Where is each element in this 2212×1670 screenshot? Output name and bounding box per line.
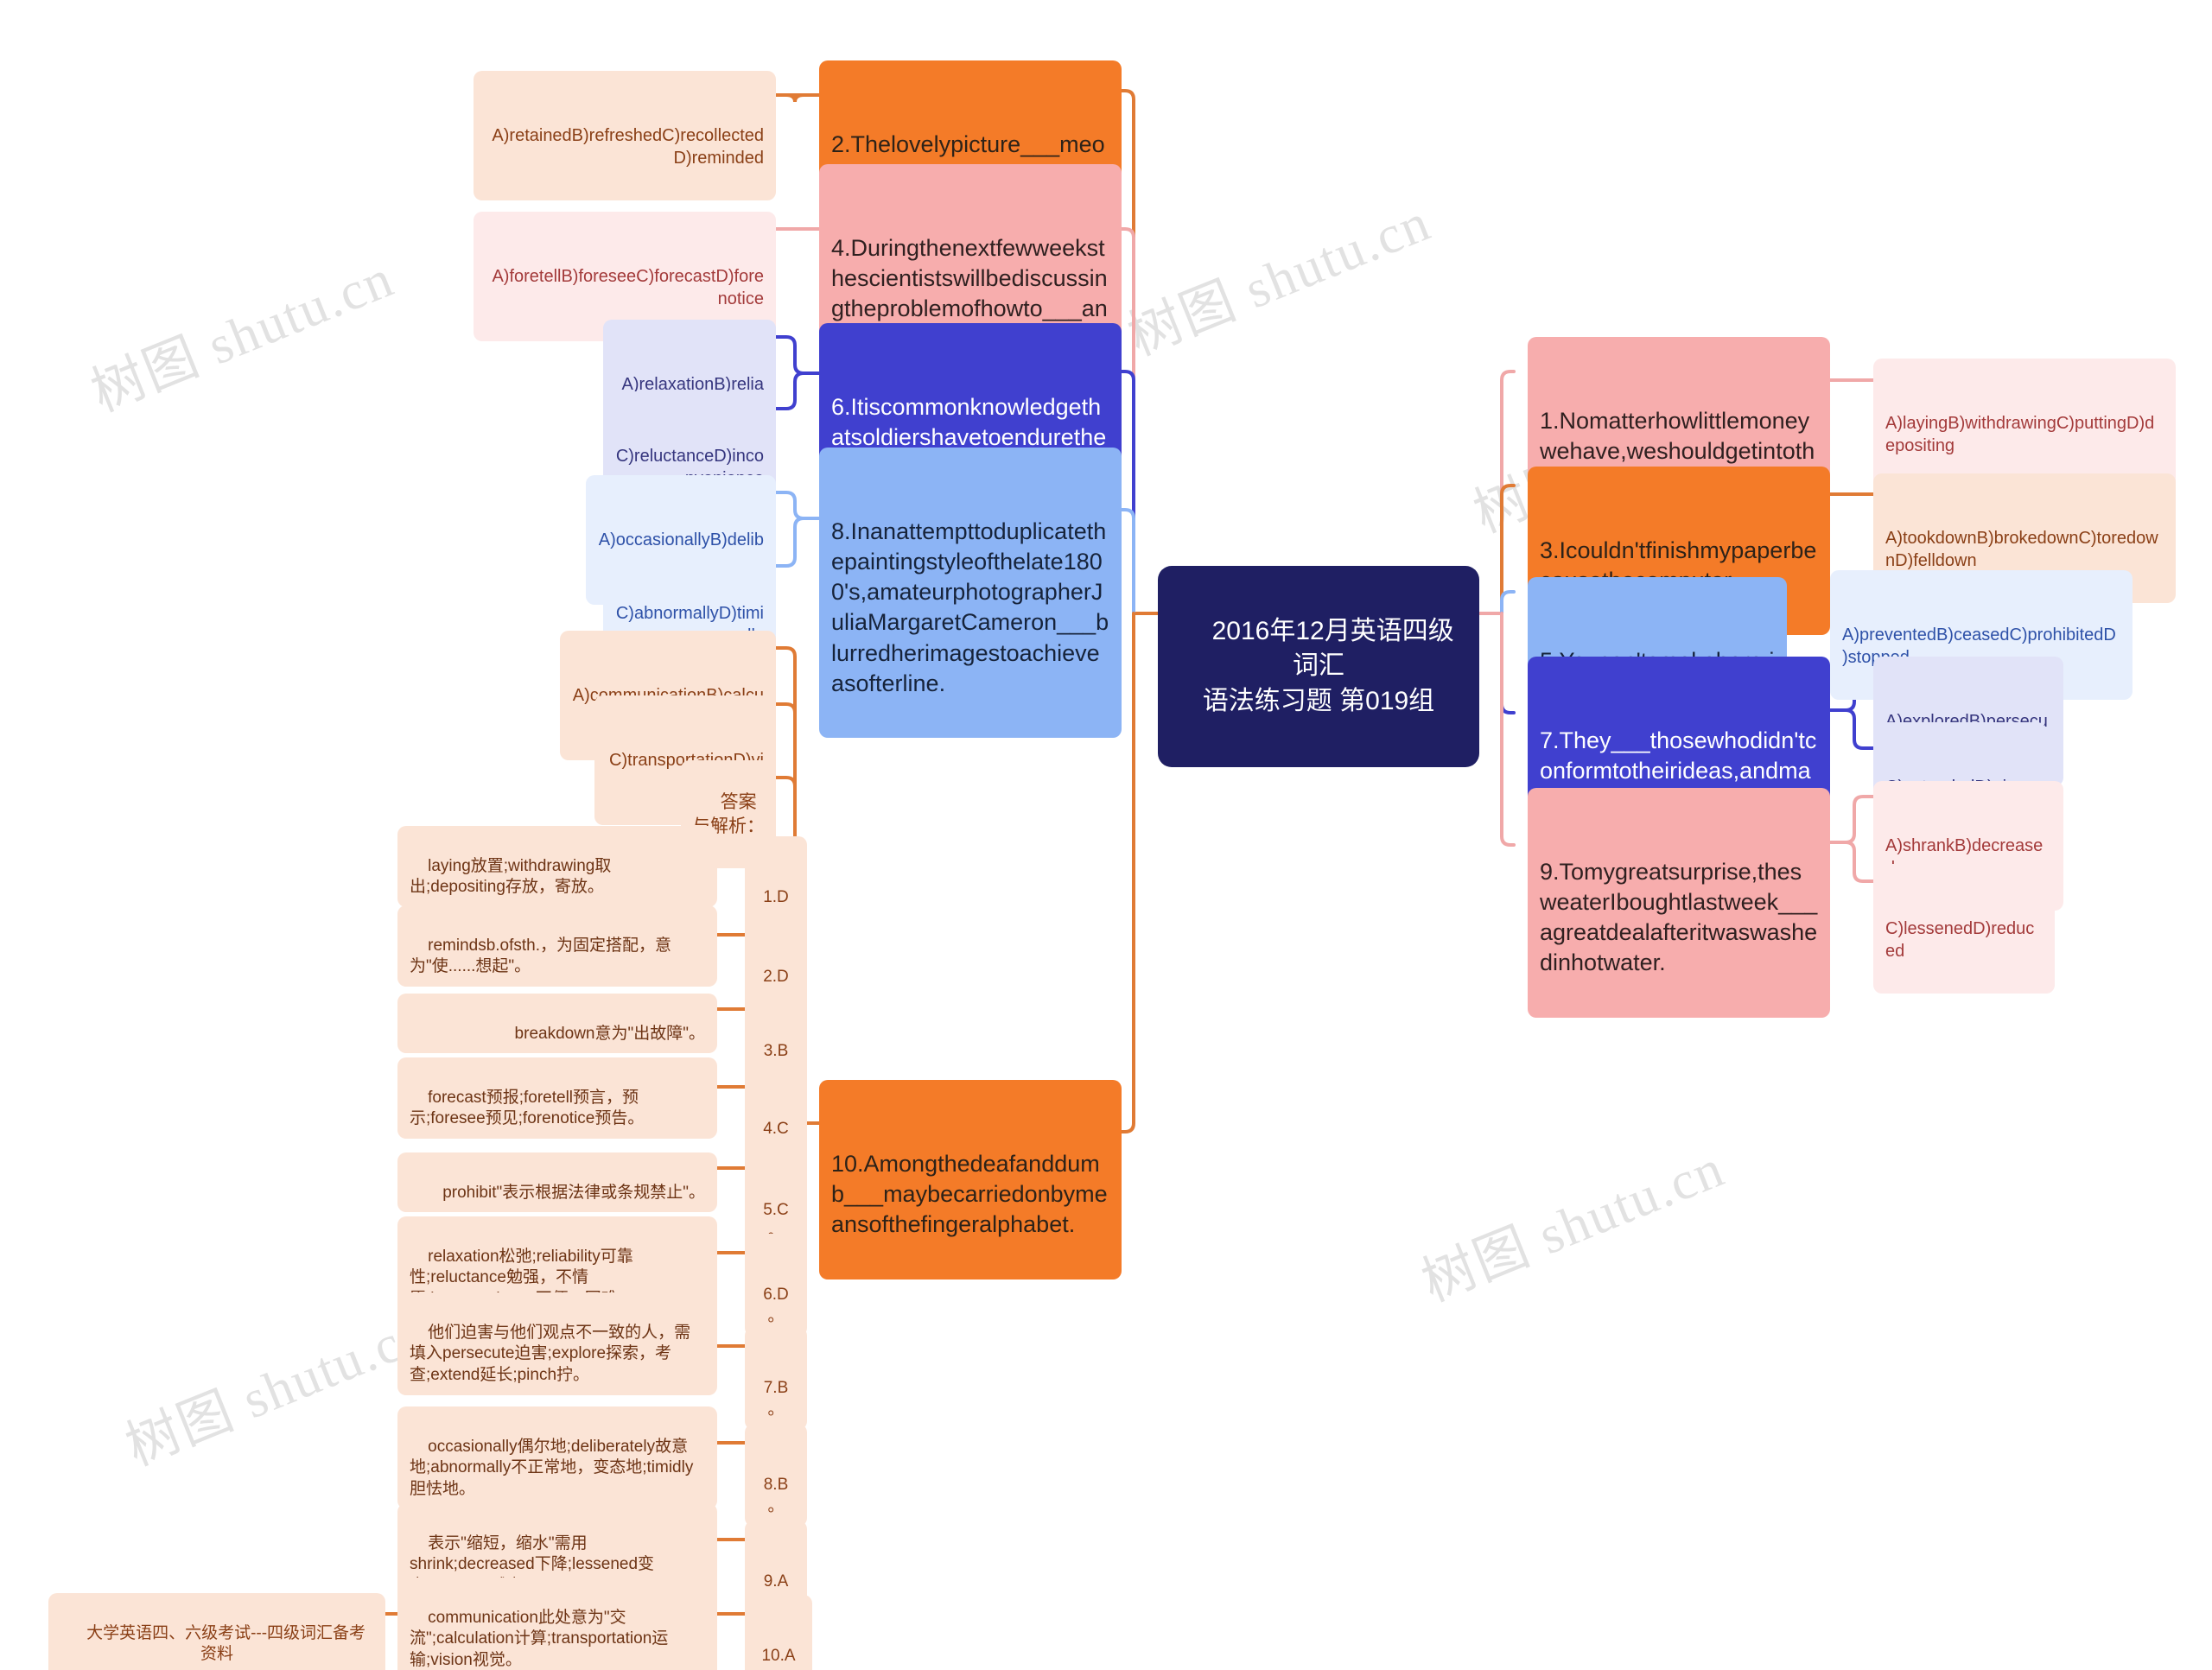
answer-label-text: 7.B。	[763, 1379, 789, 1419]
tail-node[interactable]: 大学英语四、六级考试---四级词汇备考资料	[48, 1593, 385, 1670]
explanation-text: breakdown意为"出故障"。	[514, 1024, 705, 1043]
question-node-8[interactable]: 8.Inanattempttoduplicatethepaintingstyle…	[819, 448, 1122, 738]
option-text: C)lessenedD)reduced	[1885, 919, 2035, 961]
option-text: A)layingB)withdrawingC)puttingD)depositi…	[1885, 414, 2155, 455]
option-node-2a[interactable]: A)retainedB)refreshedC)recollectedD)remi…	[474, 71, 776, 200]
explanation-text: forecast预报;foretell预言，预示;foresee预见;foren…	[410, 1088, 645, 1128]
answer-label-text: 10.A。	[761, 1647, 796, 1670]
question-node-9[interactable]: 9.Tomygreatsurprise,thesweaterIboughtlas…	[1528, 788, 1830, 1018]
option-text: A)foretellB)foreseeC)forecastD)forenotic…	[492, 267, 764, 308]
explanation-node-8[interactable]: occasionally偶尔地;deliberately故意地;abnormal…	[397, 1406, 717, 1509]
answer-label-7[interactable]: 7.B。	[745, 1327, 807, 1430]
explanation-node-3[interactable]: breakdown意为"出故障"。	[397, 994, 717, 1054]
option-text: A)retainedB)refreshedC)recollectedD)remi…	[492, 126, 764, 168]
question-node-10[interactable]: 10.Amongthedeafanddumb___maybecarriedonb…	[819, 1080, 1122, 1279]
watermark: 树图 shutu.cn	[1120, 193, 1440, 367]
mindmap-canvas: 树图 shutu.cn 树图 shutu.cn 树图 shutu.cn 树图 s…	[0, 0, 2212, 1670]
option-node-1a[interactable]: A)layingB)withdrawingC)puttingD)depositi…	[1873, 359, 2176, 488]
watermark: 树图 shutu.cn	[83, 249, 403, 423]
question-text: 10.Amongthedeafanddumb___maybecarriedonb…	[831, 1151, 1108, 1238]
explanation-node-2[interactable]: remindsb.ofsth.，为固定搭配，意为"使......想起"。	[397, 905, 717, 987]
tail-node-text: 大学英语四、六级考试---四级词汇备考资料	[86, 1623, 366, 1664]
explanation-node-7[interactable]: 他们迫害与他们观点不一致的人，需填入persecute迫害;explore探索，…	[397, 1292, 717, 1395]
explanation-text: prohibit"表示根据法律或条规禁止"。	[442, 1183, 705, 1202]
root-node[interactable]: 2016年12月英语四级词汇 语法练习题 第019组	[1158, 566, 1479, 767]
answer-label-8[interactable]: 8.B。	[745, 1424, 807, 1527]
option-node-9b[interactable]: C)lessenedD)reduced	[1873, 864, 2055, 994]
explanation-node-5[interactable]: prohibit"表示根据法律或条规禁止"。	[397, 1152, 717, 1213]
explanation-node-1[interactable]: laying放置;withdrawing取出;depositing存放，寄放。	[397, 826, 717, 908]
explanation-node-10[interactable]: communication此处意为"交流";calculation计算;tran…	[397, 1578, 717, 1670]
watermark: 树图 shutu.cn	[1414, 1139, 1733, 1313]
explanation-node-4[interactable]: forecast预报;foretell预言，预示;foresee预见;foren…	[397, 1057, 717, 1140]
answer-label-10[interactable]: 10.A。	[745, 1595, 812, 1670]
option-text: A)tookdownB)brokedownC)toredownD)felldow…	[1885, 529, 2158, 570]
explanation-text: laying放置;withdrawing取出;depositing存放，寄放。	[410, 856, 612, 897]
explanation-text: remindsb.ofsth.，为固定搭配，意为"使......想起"。	[410, 936, 672, 976]
root-title: 2016年12月英语四级词汇 语法练习题 第019组	[1202, 617, 1454, 715]
watermark: 树图 shutu.cn	[118, 1303, 437, 1477]
answer-label-text: 6.D。	[763, 1286, 789, 1326]
answer-label-6[interactable]: 6.D。	[745, 1234, 807, 1337]
explanation-text: occasionally偶尔地;deliberately故意地;abnormal…	[410, 1437, 694, 1499]
explanation-text: 他们迫害与他们观点不一致的人，需填入persecute迫害;explore探索，…	[410, 1323, 691, 1385]
explanation-text: communication此处意为"交流";calculation计算;tran…	[410, 1608, 669, 1670]
question-text: 8.Inanattempttoduplicatethepaintingstyle…	[831, 518, 1109, 696]
question-text: 9.Tomygreatsurprise,thesweaterIboughtlas…	[1540, 859, 1818, 976]
answer-label-text: 8.B。	[763, 1476, 789, 1516]
